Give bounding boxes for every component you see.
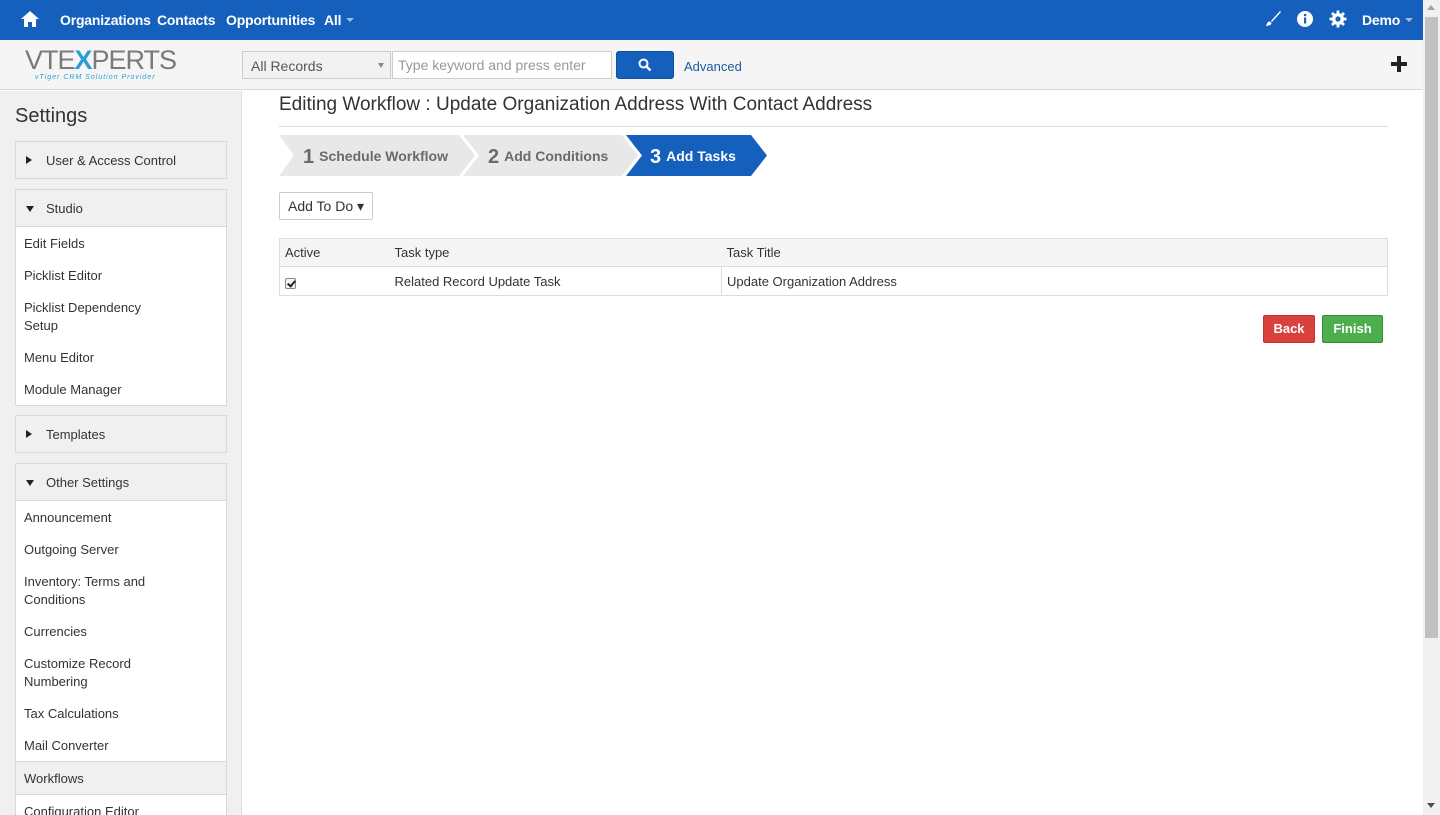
column-header-active: Active [279, 238, 390, 267]
settings-sidebar: Settings User & Access Control Studio Ed… [0, 91, 242, 815]
advanced-search-link[interactable]: Advanced [684, 59, 742, 74]
block-label: Other Settings [46, 475, 130, 490]
sidebar-item-currencies[interactable]: Currencies [16, 615, 226, 647]
record-type-value: All Records [251, 58, 323, 74]
column-header-task-title: Task Title [721, 238, 1388, 267]
page-title: Editing Workflow : Update Organization A… [279, 91, 1388, 127]
logo-brand: VTEXPERTS [25, 45, 177, 75]
collapsed-arrow-icon [26, 430, 32, 438]
workflow-steps: 1 Schedule Workflow 2 Add Conditions 3 Add … [279, 135, 779, 176]
nav-opportunities[interactable]: Opportunities [226, 12, 315, 28]
task-type-cell: Related Record Update Task [394, 273, 561, 289]
step-label: Add Conditions [504, 148, 609, 164]
gear-icon[interactable] [1329, 10, 1347, 28]
nav-organizations[interactable]: Organizations [60, 12, 151, 28]
page-scrollbar[interactable] [1423, 0, 1440, 815]
step-number: 1 [303, 146, 315, 168]
home-icon[interactable] [20, 9, 40, 29]
sidebar-item-menu-editor[interactable]: Menu Editor [16, 341, 226, 373]
sidebar-item-module-manager[interactable]: Module Manager [16, 373, 226, 405]
sidebar-item-inventory-terms[interactable]: Inventory: Terms and Conditions [16, 565, 166, 615]
logo-tagline: vTiger CRM Solution Provider [35, 74, 156, 81]
user-menu[interactable]: Demo [1362, 12, 1414, 28]
sidebar-item-customize-numbering[interactable]: Customize Record Numbering [16, 647, 166, 697]
info-icon[interactable] [1296, 10, 1314, 28]
block-label: Templates [46, 427, 106, 442]
block-label: User & Access Control [46, 153, 177, 168]
scroll-down-arrow-icon[interactable] [1427, 803, 1435, 808]
add-todo-dropdown-button[interactable]: Add To Do ▾ [279, 192, 374, 220]
search-icon [638, 58, 652, 72]
column-header-task-type: Task type [389, 238, 722, 267]
step-label: Schedule Workflow [319, 148, 448, 164]
main-content: Editing Workflow : Update Organization A… [279, 91, 1388, 343]
sidebar-item-mail-converter[interactable]: Mail Converter [16, 729, 226, 761]
block-label: Studio [46, 201, 83, 216]
task-title-cell[interactable]: Update Organization Address [721, 266, 1388, 296]
collapsed-arrow-icon [26, 156, 32, 164]
user-name: Demo [1362, 12, 1401, 28]
sidebar-item-picklist-dependency[interactable]: Picklist Dependency Setup [16, 291, 166, 341]
block-header-other-settings[interactable]: Other Settings [16, 464, 226, 500]
table-header-row: Active Task type Task Title [279, 238, 1388, 267]
quick-create-plus-icon[interactable] [1390, 55, 1408, 73]
sidebar-block-other-settings: Other Settings Announcement Outgoing Ser… [15, 463, 227, 815]
nav-all-label: All [324, 12, 342, 28]
tasks-table: Active Task type Task Title Related Reco… [279, 238, 1388, 296]
sidebar-item-announcement[interactable]: Announcement [16, 501, 226, 533]
finish-button[interactable]: Finish [1322, 315, 1383, 343]
sidebar-item-outgoing-server[interactable]: Outgoing Server [16, 533, 226, 565]
company-logo[interactable]: VTEXPERTS vTiger CRM Solution Provider [25, 46, 185, 86]
dropdown-arrow-icon [378, 63, 384, 68]
sidebar-item-configuration-editor[interactable]: Configuration Editor [16, 795, 226, 815]
task-active-checkbox[interactable] [285, 277, 296, 289]
scrollbar-thumb[interactable] [1425, 17, 1438, 638]
block-header-user-access[interactable]: User & Access Control [16, 142, 226, 178]
sidebar-item-edit-fields[interactable]: Edit Fields [16, 227, 226, 259]
chevron-down-icon [1405, 18, 1414, 22]
expanded-arrow-icon [26, 480, 34, 486]
search-button[interactable] [616, 51, 674, 79]
step-number: 2 [488, 146, 500, 168]
sidebar-title: Settings [15, 105, 88, 127]
sidebar-item-workflows[interactable]: Workflows [16, 761, 226, 795]
scroll-up-arrow-icon[interactable] [1427, 5, 1435, 10]
table-row[interactable]: Related Record Update Task Update Organi… [280, 266, 1388, 296]
block-header-studio[interactable]: Studio [16, 190, 226, 226]
task-active-cell [280, 267, 390, 296]
sidebar-block-studio: Studio Edit Fields Picklist Editor Pickl… [15, 189, 227, 406]
back-button[interactable]: Back [1263, 315, 1315, 343]
nav-all-menu[interactable]: All [324, 12, 355, 28]
step-number: 3 [650, 146, 662, 168]
paintbrush-icon[interactable] [1264, 10, 1282, 28]
chevron-down-icon [346, 18, 355, 22]
expanded-arrow-icon [26, 206, 34, 212]
block-header-templates[interactable]: Templates [16, 416, 226, 452]
top-navbar: Organizations Contacts Opportunities All… [0, 0, 1423, 40]
sidebar-block-user-access: User & Access Control [15, 141, 227, 179]
header-bar: VTEXPERTS vTiger CRM Solution Provider A… [0, 40, 1423, 90]
search-input[interactable] [392, 51, 612, 79]
record-type-select[interactable]: All Records [242, 51, 391, 79]
sidebar-item-picklist-editor[interactable]: Picklist Editor [16, 259, 226, 291]
nav-contacts[interactable]: Contacts [157, 12, 215, 28]
step-label: Add Tasks [666, 148, 736, 164]
sidebar-item-tax-calculations[interactable]: Tax Calculations [16, 697, 226, 729]
sidebar-block-templates: Templates [15, 415, 227, 453]
